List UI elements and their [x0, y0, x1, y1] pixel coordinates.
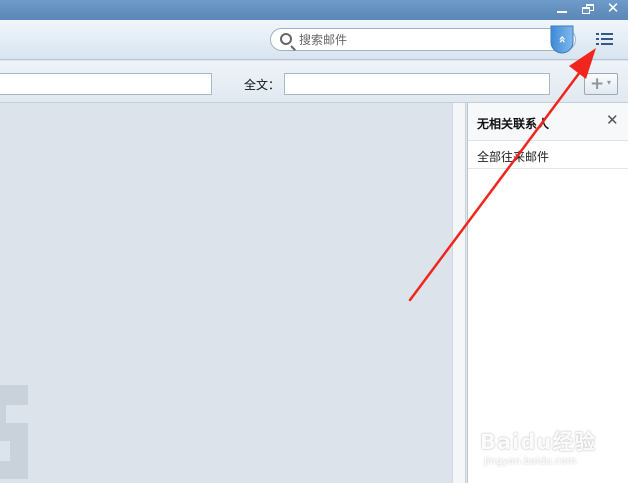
watermark: Baidu经验 jingyan.baidu.com: [480, 426, 620, 476]
plus-icon: +: [590, 74, 605, 94]
restore-icon[interactable]: [579, 1, 597, 17]
scrollbar[interactable]: [452, 103, 466, 483]
background-logo-shape: [0, 385, 28, 479]
fulltext-label: 全文：: [244, 78, 281, 92]
chevrons-up-icon[interactable]: «: [550, 25, 574, 54]
close-icon[interactable]: ✕: [606, 113, 619, 128]
mail-content-area: [0, 103, 452, 483]
toolbar: «: [0, 20, 628, 60]
panel-title: 无相关联系人: [477, 117, 550, 131]
list-item[interactable]: 全部往来邮件: [468, 141, 628, 169]
filter-bar: 全文： + ▾: [0, 61, 628, 103]
filter-input[interactable]: [0, 73, 212, 95]
search-input[interactable]: [299, 32, 539, 48]
search-icon: [280, 33, 292, 45]
list-menu-icon[interactable]: [596, 32, 616, 48]
panel-header: 无相关联系人 ✕: [468, 103, 628, 141]
title-bar: ✕: [0, 0, 628, 20]
watermark-url: jingyan.baidu.com: [484, 456, 577, 467]
search-box[interactable]: «: [270, 25, 576, 54]
minimize-icon[interactable]: [553, 1, 571, 17]
close-icon[interactable]: ✕: [604, 1, 622, 17]
fulltext-input[interactable]: [284, 73, 550, 95]
add-filter-button[interactable]: + ▾: [584, 73, 618, 95]
watermark-logo: Baidu经验: [480, 430, 597, 454]
caret-down-icon: ▾: [607, 78, 612, 87]
list-item-label: 全部往来邮件: [477, 150, 550, 164]
